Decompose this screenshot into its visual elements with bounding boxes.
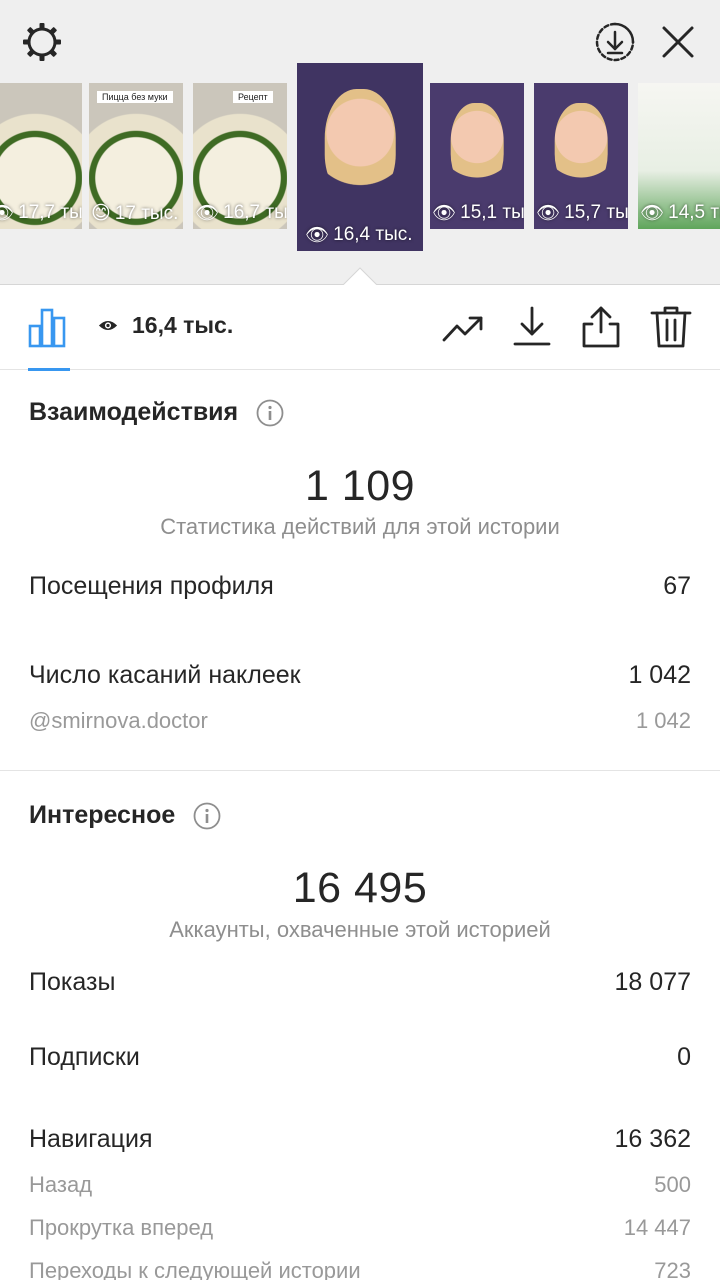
row-value: 1 042 (635, 708, 691, 733)
row-label: Назад (29, 1172, 93, 1197)
story-thumbnail[interactable]: 👁14,5 тыс. (638, 83, 720, 229)
back-row: Назад 500 (29, 1172, 691, 1198)
story-views: 👁17,7 тыс. (0, 201, 82, 225)
share-button[interactable] (578, 304, 624, 350)
eye-icon: 👁 (305, 225, 330, 246)
info-icon[interactable] (256, 399, 284, 427)
story-thumbnail[interactable]: 👁15,1 тыс. (430, 83, 524, 229)
info-icon[interactable] (193, 802, 221, 830)
story-thumbnail[interactable]: 👁17,7 тыс. (0, 83, 82, 229)
discovery-caption: Аккаунты, охваченные этой историей (169, 917, 551, 942)
next-story-row: Переходы к следующей истории 723 (29, 1258, 691, 1280)
story-views: 👁 16,4 тыс. (305, 224, 413, 246)
row-label: Подписки (29, 1043, 140, 1071)
active-tab-indicator (28, 368, 70, 371)
follows-row: Подписки 0 (29, 1043, 691, 1072)
download-circle-icon (595, 22, 635, 62)
row-value: 723 (654, 1258, 691, 1280)
active-story-pointer (342, 267, 378, 286)
eye-icon: 👁 (432, 203, 457, 224)
insights-toolbar: 16,4 тыс. (0, 286, 720, 371)
delete-button[interactable] (648, 304, 694, 350)
row-value: 0 (677, 1043, 691, 1071)
insights-tab[interactable] (26, 304, 72, 350)
interactions-title: Взаимодействия (29, 398, 284, 427)
interactions-total: 1 109 (304, 462, 416, 510)
share-icon (582, 306, 620, 348)
story-views: 👁16,7 тыс. (195, 202, 287, 224)
eye-icon: 👁 (640, 203, 665, 224)
discovery-total: 16 495 (292, 864, 428, 912)
row-label: Число касаний наклеек (29, 661, 301, 689)
story-views: 😊 17 тыс. (91, 202, 179, 225)
trend-icon (442, 316, 483, 342)
story-preview-header: 👁17,7 тыс. Пицца без муки 😊17 тыс. Рецеп… (0, 0, 720, 285)
eye-icon: 😊 (91, 203, 111, 224)
row-label: Посещения профиля (29, 572, 274, 600)
story-text-label: Пицца без муки (97, 91, 173, 103)
story-views: 👁15,7 тыс. (536, 202, 628, 224)
sticker-handle-row: @smirnova.doctor 1 042 (29, 708, 691, 734)
navigation-row: Навигация 16 362 (29, 1125, 691, 1154)
story-face (554, 103, 608, 189)
row-label: Переходы к следующей истории (29, 1258, 361, 1280)
row-value: 500 (654, 1172, 691, 1197)
row-label: Прокрутка вперед (29, 1215, 214, 1240)
row-label: @smirnova.doctor (29, 708, 208, 733)
close-icon (662, 26, 694, 58)
section-divider (0, 770, 720, 771)
sticker-taps-row: Число касаний наклеек 1 042 (29, 661, 691, 690)
trash-icon (650, 306, 692, 348)
bar-chart-icon (28, 308, 66, 348)
promote-button[interactable] (440, 306, 486, 352)
eye-icon (98, 320, 118, 331)
row-value: 1 042 (628, 661, 691, 689)
row-value: 18 077 (614, 968, 691, 996)
story-thumbnails: 👁17,7 тыс. Пицца без муки 😊17 тыс. Рецеп… (0, 63, 720, 253)
story-face (324, 89, 396, 199)
row-value: 67 (663, 572, 691, 600)
story-thumbnail[interactable]: Рецепт 👁16,7 тыс. (193, 83, 287, 229)
download-icon (513, 306, 551, 346)
row-value: 16 362 (614, 1125, 691, 1153)
gear-icon (23, 23, 61, 61)
forward-row: Прокрутка вперед 14 447 (29, 1215, 691, 1241)
row-label: Навигация (29, 1125, 153, 1153)
download-button[interactable] (509, 304, 555, 350)
row-label: Показы (29, 968, 116, 996)
story-thumbnail[interactable]: Пицца без муки 😊 17 тыс. (89, 83, 183, 229)
interactions-caption: Статистика действий для этой истории (160, 514, 560, 539)
story-face (450, 103, 504, 189)
views-total: 16,4 тыс. (98, 312, 233, 339)
story-views: 👁14,5 тыс. (640, 202, 720, 224)
story-thumbnail[interactable]: 👁15,7 тыс. (534, 83, 628, 229)
eye-icon: 👁 (195, 203, 220, 224)
eye-icon: 👁 (536, 203, 561, 224)
impressions-row: Показы 18 077 (29, 968, 691, 997)
story-text-label: Рецепт (233, 91, 273, 103)
close-button[interactable] (654, 18, 702, 66)
eye-icon: 👁 (0, 203, 15, 224)
views-total-value: 16,4 тыс. (132, 312, 234, 338)
story-views: 👁15,1 тыс. (432, 202, 524, 224)
row-value: 14 447 (623, 1215, 691, 1240)
settings-button[interactable] (18, 18, 66, 66)
profile-visits-row: Посещения профиля 67 (29, 572, 691, 601)
story-thumbnail-active[interactable]: 👁 16,4 тыс. (297, 63, 423, 251)
download-all-button[interactable] (591, 18, 639, 66)
discovery-title: Интересное (29, 801, 221, 830)
